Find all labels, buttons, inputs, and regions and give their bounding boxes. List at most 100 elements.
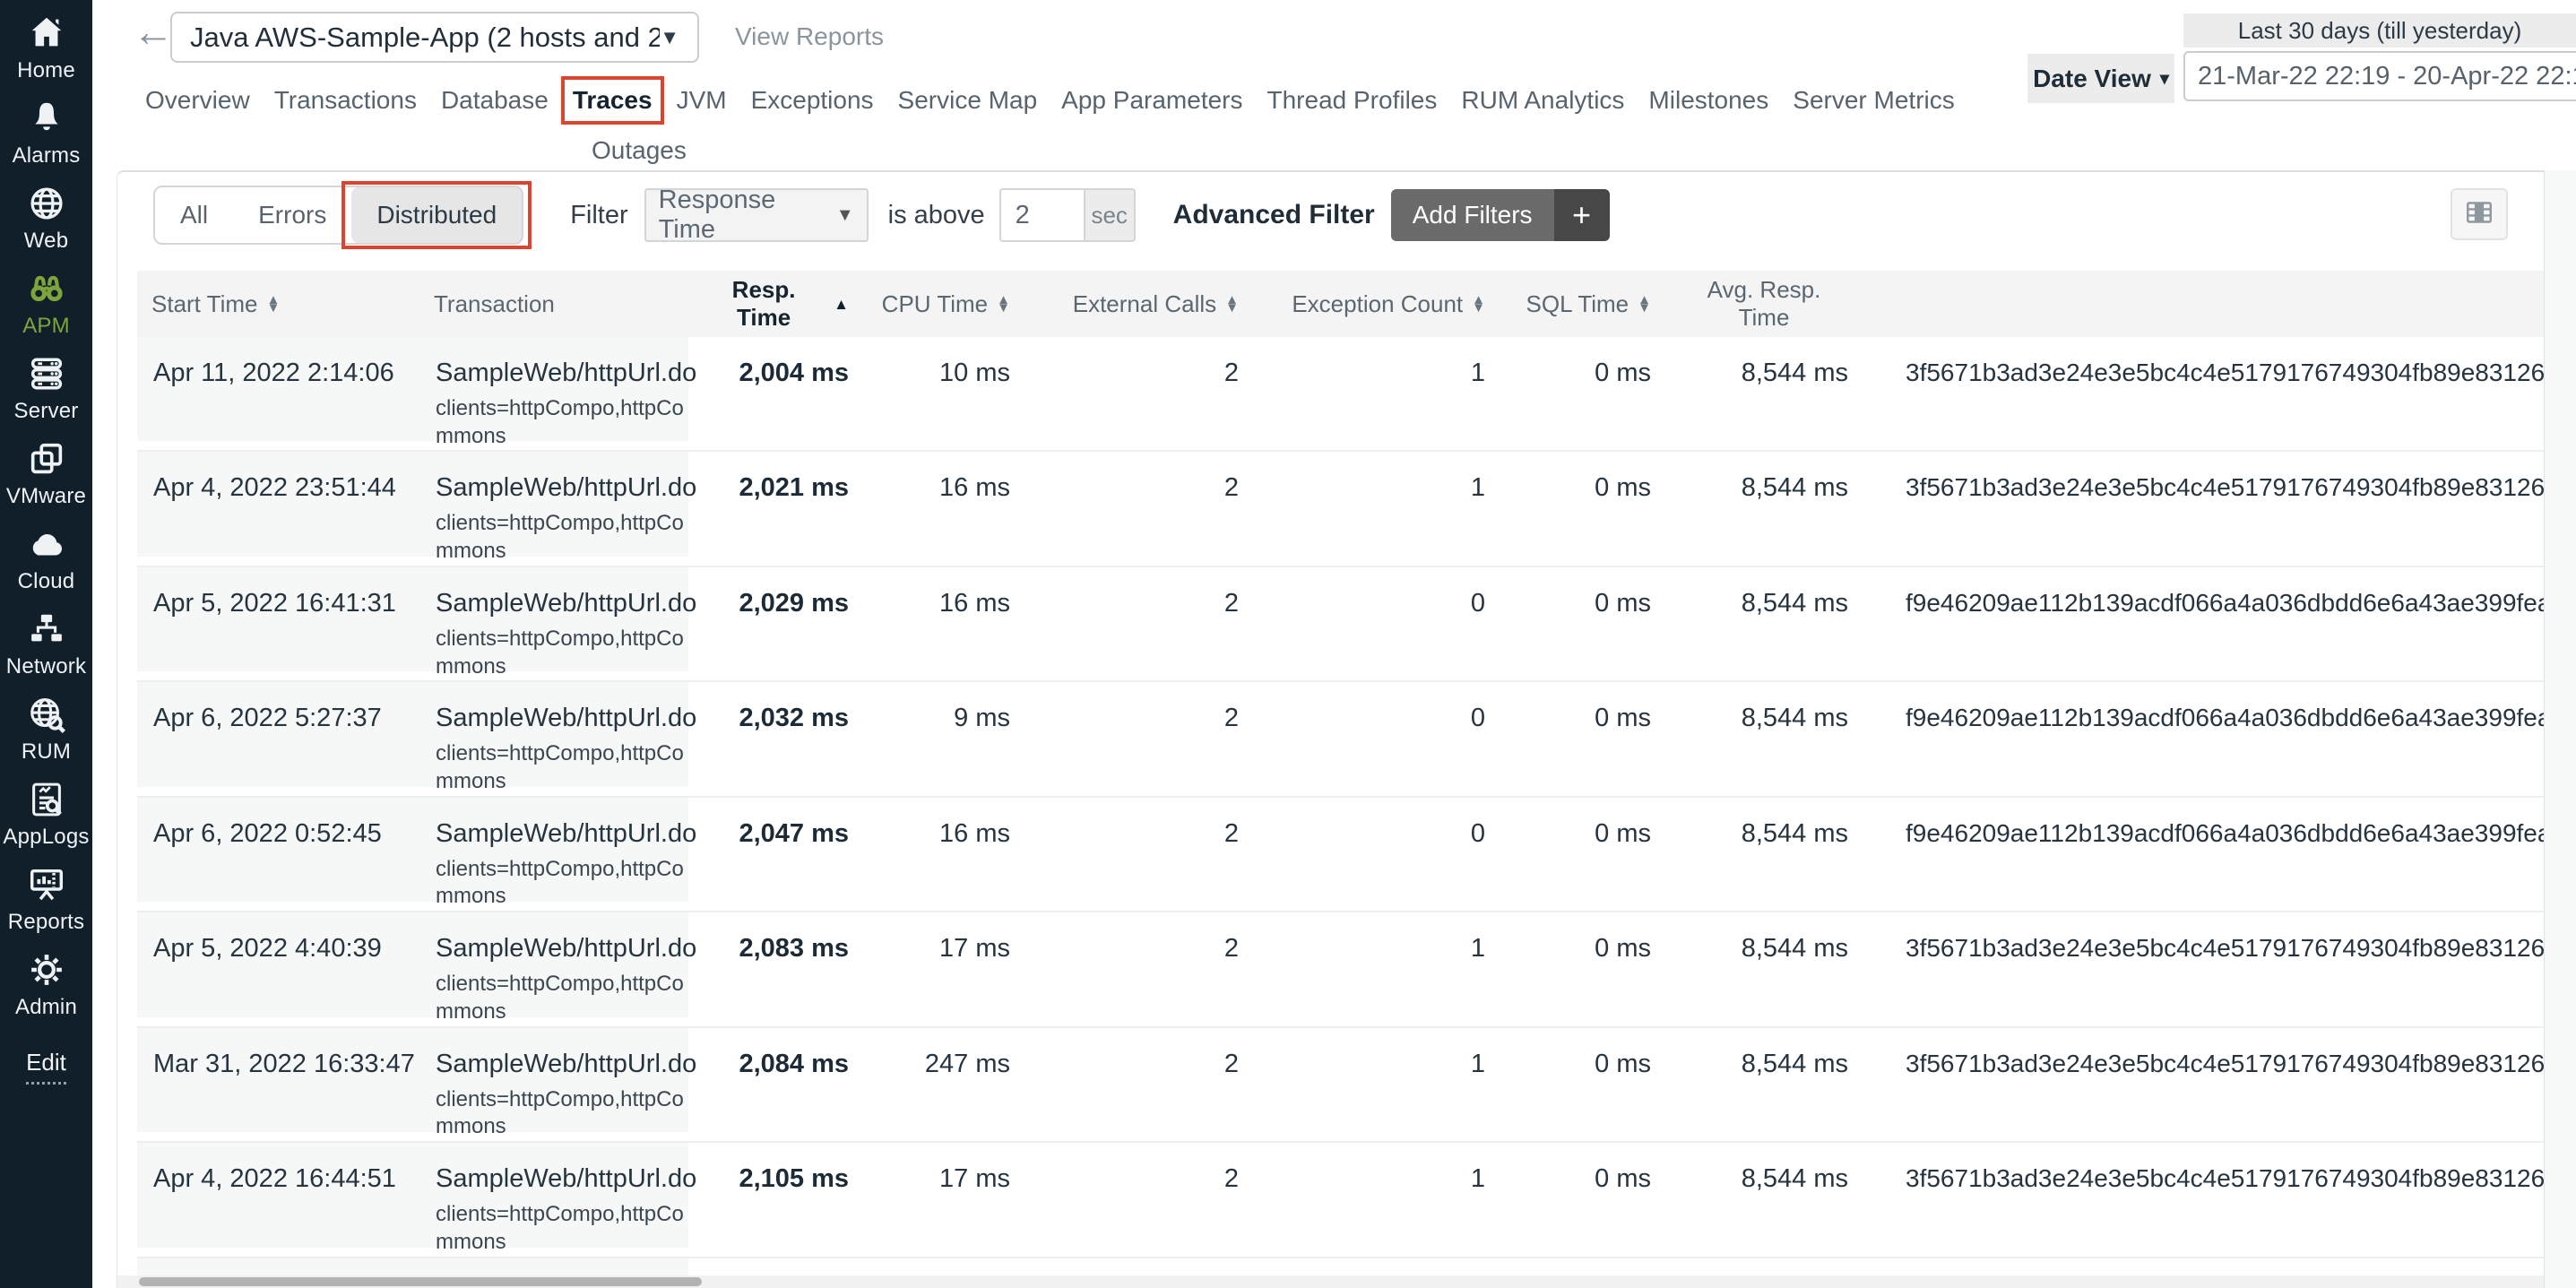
cell-cpu-time: 9 ms	[863, 681, 1024, 796]
advanced-filter-label: Advanced Filter	[1173, 200, 1375, 230]
tab-outages[interactable]: Outages	[590, 133, 688, 169]
trace-id-link[interactable]: f9e46209ae112b139acdf066a4a036dbdd6e6a43…	[1863, 681, 2544, 796]
tab-database[interactable]: Database	[439, 82, 550, 118]
column-header-resp-time[interactable]: Resp. Time▲	[688, 271, 863, 337]
trace-id-link[interactable]: f9e46209ae112b139acdf066a4a036dbdd6e6a43…	[1863, 797, 2544, 912]
cloud-icon	[26, 523, 67, 565]
view-reports-link[interactable]: View Reports	[735, 22, 884, 51]
table-row[interactable]: Apr 5, 2022 4:40:39SampleWeb/httpUrl.doc…	[137, 912, 2544, 1026]
plus-icon[interactable]: +	[1554, 189, 1610, 241]
sidebar-item-label: VMware	[6, 484, 86, 509]
sidebar-item-admin[interactable]: Admin	[0, 949, 92, 1034]
tab-traces[interactable]: Traces	[571, 82, 654, 118]
filter-label: Filter	[570, 201, 627, 230]
cell-resp-time: 2,084 ms	[688, 1027, 863, 1142]
table-row[interactable]: Apr 4, 2022 16:44:51SampleWeb/httpUrl.do…	[137, 1142, 2544, 1257]
sidebar-item-cloud[interactable]: Cloud	[0, 523, 92, 609]
segment-errors[interactable]: Errors	[233, 187, 351, 243]
transaction-name: SampleWeb/httpUrl.do	[436, 819, 688, 849]
sidebar-item-home[interactable]: Home	[0, 13, 92, 98]
date-range-input[interactable]	[2183, 51, 2576, 101]
column-chooser-button[interactable]	[2451, 188, 2508, 240]
table-row[interactable]: Apr 6, 2022 0:52:45SampleWeb/httpUrl.doc…	[137, 797, 2544, 912]
table-row[interactable]: Apr 4, 2022 23:51:44SampleWeb/httpUrl.do…	[137, 451, 2544, 566]
column-header-avg-resp-time: Avg. Resp. Time	[1665, 271, 1863, 337]
cell-resp-time: 2,083 ms	[688, 912, 863, 1026]
segment-all[interactable]: All	[155, 187, 233, 243]
add-filters-button[interactable]: Add Filters +	[1391, 189, 1610, 241]
filter-field-select[interactable]: Response Time ▼	[644, 188, 869, 242]
table-row[interactable]: Mar 31, 2022 16:33:47SampleWeb/httpUrl.d…	[137, 1027, 2544, 1142]
bell-icon	[26, 98, 67, 139]
segment-distributed[interactable]: Distributed	[351, 187, 522, 243]
cell-transaction: SampleWeb/httpUrl.doclients=httpCompo,ht…	[419, 1142, 688, 1257]
cell-start-time: Apr 11, 2022 2:14:06	[137, 337, 419, 451]
sidebar-item-applogs[interactable]: AppLogs	[0, 779, 92, 864]
table-row[interactable]: Apr 11, 2022 2:14:06 SampleWeb/httpUrl.do…	[137, 337, 2544, 451]
tab-thread-profiles[interactable]: Thread Profiles	[1266, 82, 1439, 118]
column-label: SQL Time	[1526, 290, 1629, 318]
sort-icon: ▲▼	[266, 296, 280, 313]
date-view-button[interactable]: Date View ▾	[2027, 54, 2174, 103]
sidebar-item-web[interactable]: Web	[0, 183, 92, 268]
threshold-input[interactable]	[999, 188, 1084, 242]
trace-id-link[interactable]: 3f5671b3ad3e24e3e5bc4c4e5179176749304fb8…	[1863, 1027, 2544, 1142]
cell-avg-resp-time: 8,544 ms	[1665, 1142, 1863, 1257]
chevron-down-icon: ▼	[660, 26, 679, 49]
vertical-scrollbar-track[interactable]	[2544, 170, 2576, 1288]
sidebar-item-rum[interactable]: RUM	[0, 694, 92, 779]
cell-start-time: Apr 6, 2022 5:27:37	[137, 681, 419, 796]
sidebar-item-vmware[interactable]: VMware	[0, 438, 92, 523]
table-header-row: Start Time▲▼TransactionResp. Time▲CPU Ti…	[137, 271, 2544, 337]
tab-app-parameters[interactable]: App Parameters	[1059, 82, 1244, 118]
tab-rum-analytics[interactable]: RUM Analytics	[1459, 82, 1626, 118]
filter-field-value: Response Time	[659, 186, 836, 245]
horizontal-scrollbar-thumb[interactable]	[139, 1277, 702, 1286]
tab-overview[interactable]: Overview	[143, 82, 252, 118]
cell-external-calls: 2	[1024, 451, 1253, 566]
sidebar-item-reports[interactable]: Reports	[0, 864, 92, 949]
tab-service-map[interactable]: Service Map	[896, 82, 1040, 118]
app-selector-dropdown[interactable]: Java AWS-Sample-App (2 hosts and 2... ▼	[170, 12, 699, 63]
tab-server-metrics[interactable]: Server Metrics	[1791, 82, 1956, 118]
column-header-external-calls[interactable]: External Calls▲▼	[1024, 271, 1253, 337]
cell-avg-resp-time: 8,544 ms	[1665, 451, 1863, 566]
sidebar-item-apm[interactable]: APM	[0, 268, 92, 353]
sidebar-item-server[interactable]: Server	[0, 353, 92, 438]
sidebar-item-label: Web	[24, 229, 69, 254]
column-header-start-time[interactable]: Start Time▲▼	[137, 271, 419, 337]
cell-exception-count: 1	[1253, 337, 1500, 451]
cell-cpu-time: 16 ms	[863, 566, 1024, 681]
trace-id-link[interactable]: 3f5671b3ad3e24e3e5bc4c4e5179176749304fb8…	[1863, 1142, 2544, 1257]
filter-bar: AllErrorsDistributed Filter Response Tim…	[153, 186, 1610, 245]
trace-id-link[interactable]: f9e46209ae112b139acdf066a4a036dbdd6e6a43…	[1863, 566, 2544, 681]
back-arrow-icon[interactable]: ←	[133, 7, 174, 56]
trace-id-link[interactable]: 3f5671b3ad3e24e3e5bc4c4e5179176749304fb8…	[1863, 912, 2544, 1026]
tab-jvm[interactable]: JVM	[675, 82, 729, 118]
column-header-sql-time[interactable]: SQL Time▲▼	[1500, 271, 1665, 337]
trace-id-link[interactable]: 3f5671b3ad3e24e3e5bc4c4e5179176749304fb8…	[1863, 337, 2544, 451]
transaction-name: SampleWeb/httpUrl.do	[436, 359, 688, 388]
tab-transactions[interactable]: Transactions	[272, 82, 419, 118]
column-header-cpu-time[interactable]: CPU Time▲▼	[863, 271, 1024, 337]
sidebar-item-network[interactable]: Network	[0, 609, 92, 694]
cell-resp-time: 2,032 ms	[688, 681, 863, 796]
cell-sql-time: 0 ms	[1500, 337, 1665, 451]
cell-sql-time: 0 ms	[1500, 1027, 1665, 1142]
tab-milestones[interactable]: Milestones	[1647, 82, 1770, 118]
table-row[interactable]: Apr 5, 2022 16:41:31SampleWeb/httpUrl.do…	[137, 566, 2544, 681]
horizontal-scrollbar-track[interactable]	[117, 1275, 2544, 1288]
cell-resp-time: 2,047 ms	[688, 797, 863, 912]
cell-exception-count: 1	[1253, 1027, 1500, 1142]
column-header-exception-count[interactable]: Exception Count▲▼	[1253, 271, 1500, 337]
trace-id-link[interactable]: 3f5671b3ad3e24e3e5bc4c4e5179176749304fb8…	[1863, 451, 2544, 566]
sidebar-item-alarms[interactable]: Alarms	[0, 98, 92, 183]
transaction-detail: clients=httpCompo,httpCommons	[436, 395, 697, 450]
tab-exceptions[interactable]: Exceptions	[749, 82, 876, 118]
cell-resp-time: 2,105 ms	[688, 1142, 863, 1257]
cell-exception-count: 1	[1253, 451, 1500, 566]
cell-avg-resp-time: 8,544 ms	[1665, 797, 1863, 912]
sidebar-edit-link[interactable]: Edit	[26, 1049, 66, 1085]
table-row[interactable]: Apr 6, 2022 5:27:37SampleWeb/httpUrl.doc…	[137, 681, 2544, 796]
transaction-detail: clients=httpCompo,httpCommons	[436, 1086, 697, 1141]
